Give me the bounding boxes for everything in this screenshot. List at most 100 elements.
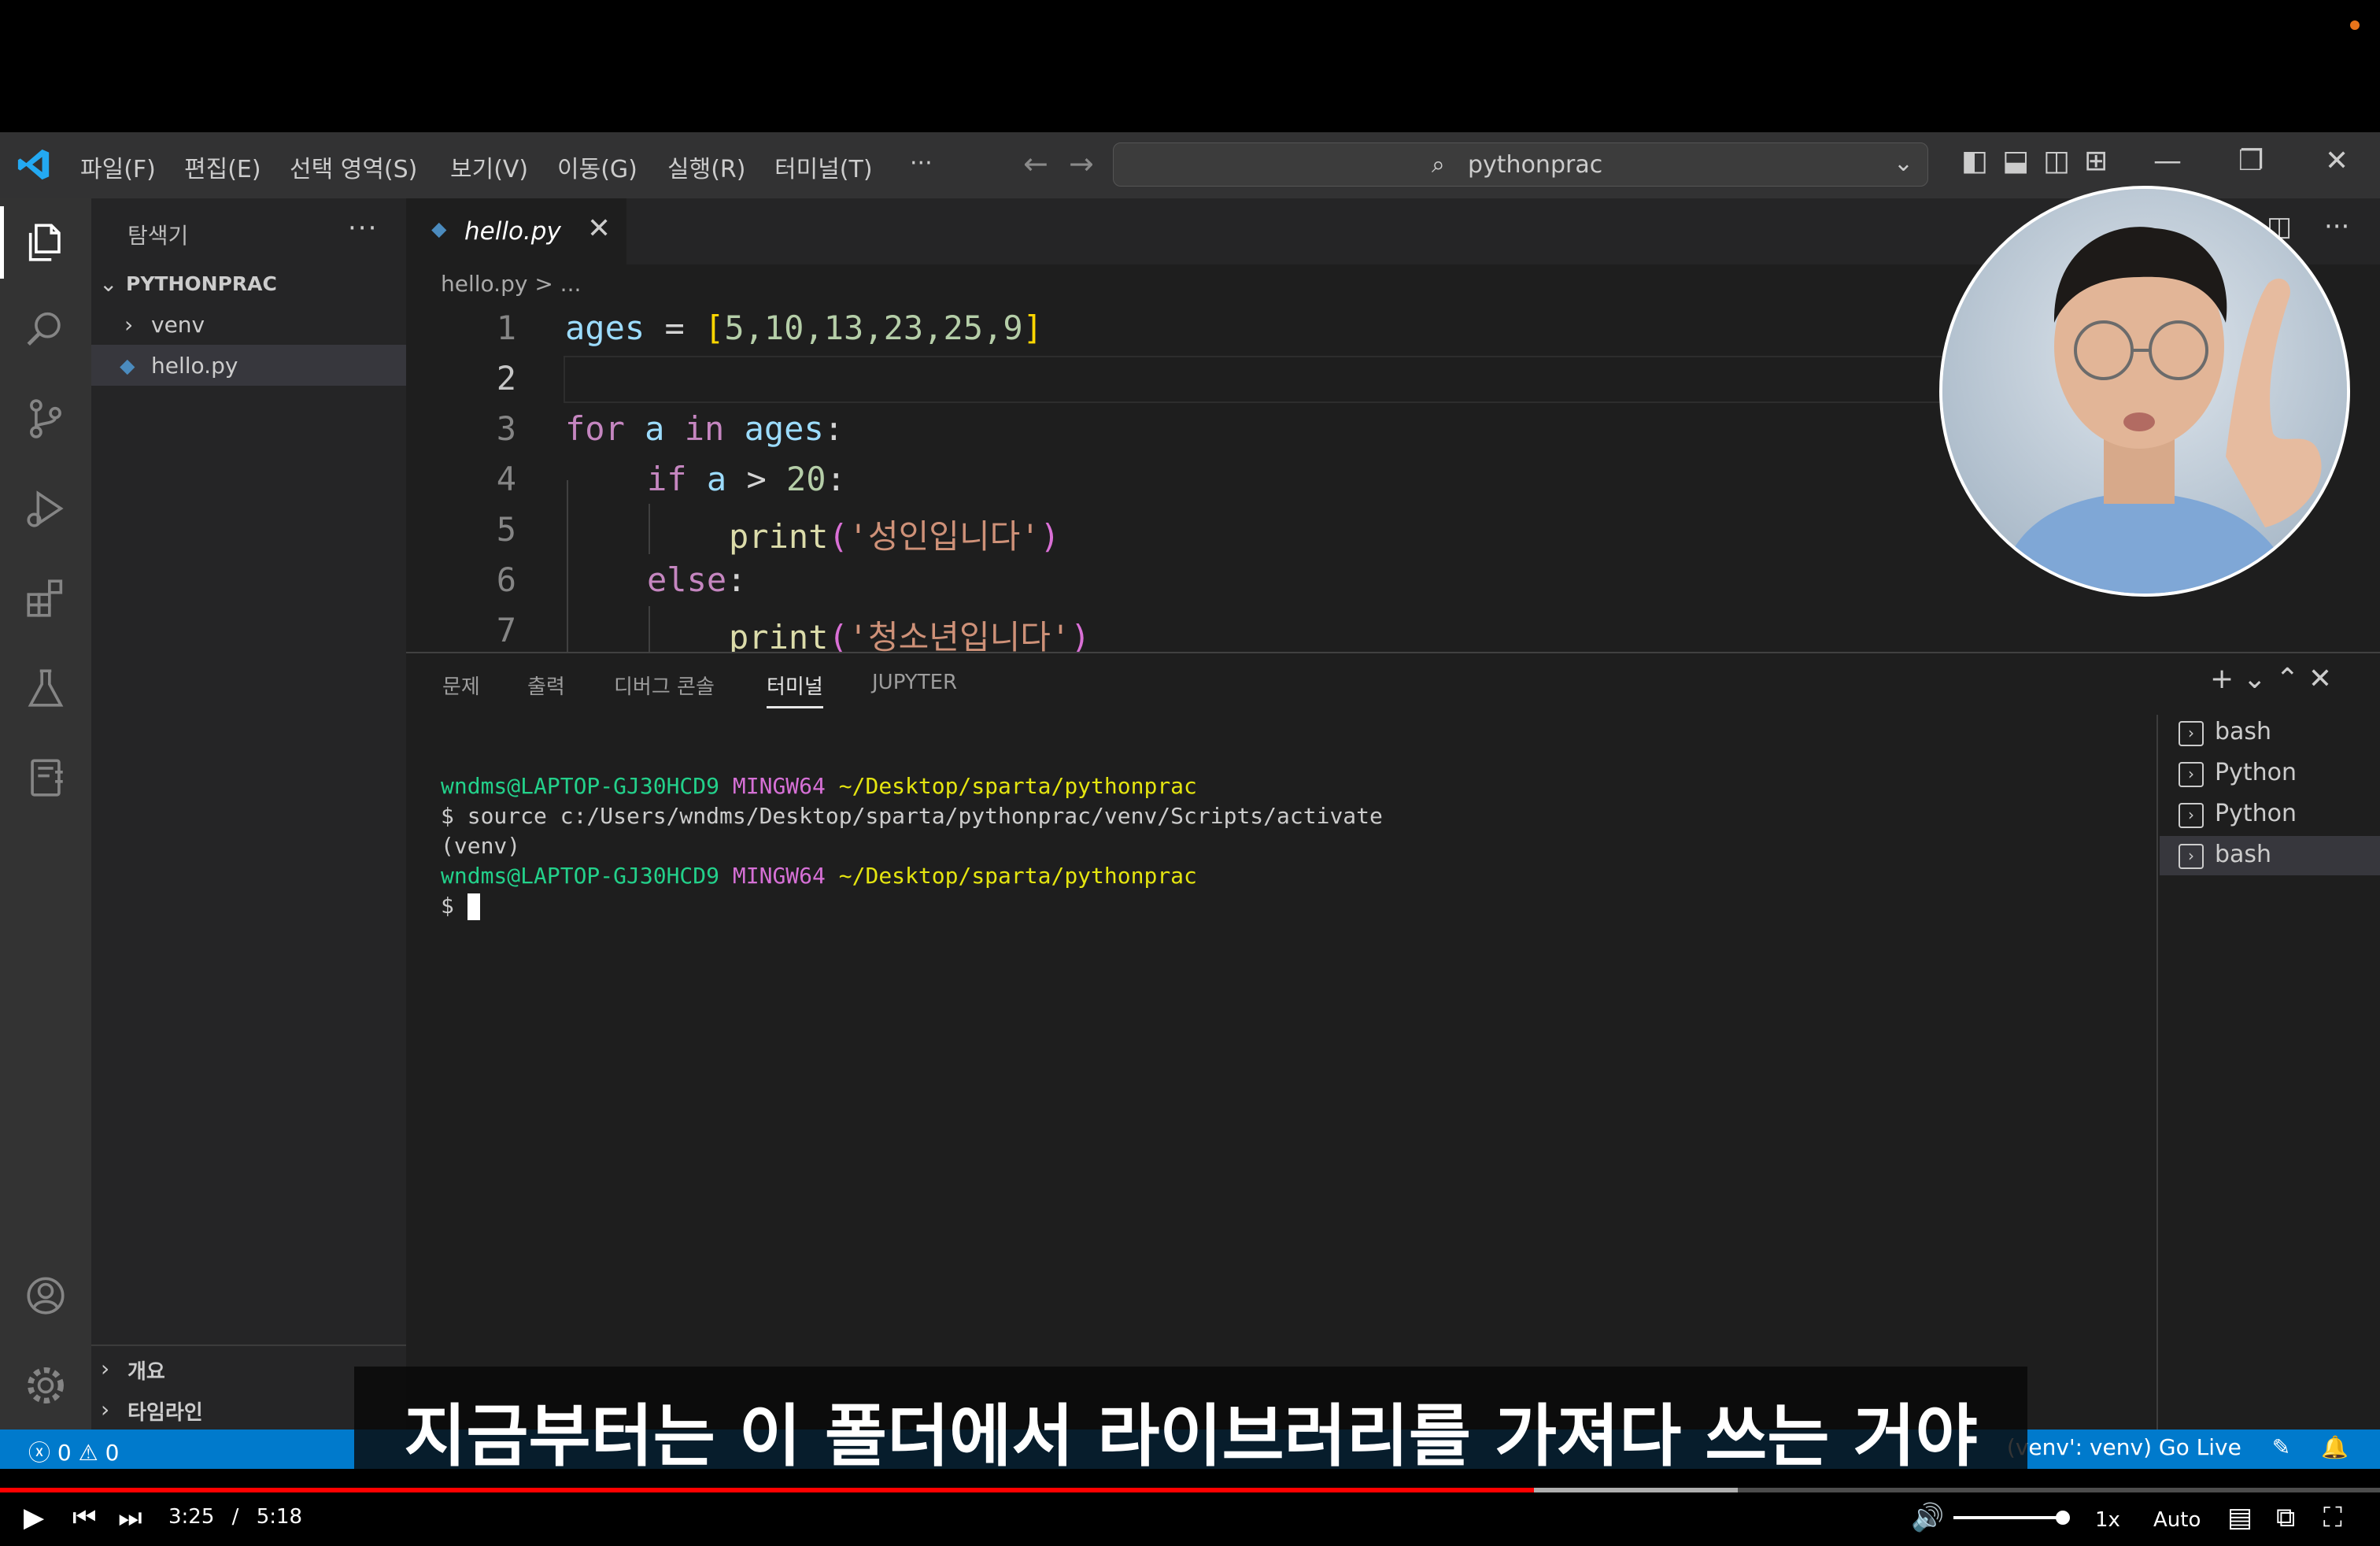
terminal-output[interactable]: wndms@LAPTOP-GJ30HCD9 MINGW64 ~/Desktop/… xyxy=(441,771,1383,921)
terminal-icon: › xyxy=(2179,721,2204,746)
source-control-icon[interactable] xyxy=(0,379,91,458)
restore-icon[interactable]: ❐ xyxy=(2238,145,2264,177)
status-problems[interactable]: ⓧ 0 ⚠ 0 xyxy=(28,1436,119,1467)
minimize-icon[interactable]: — xyxy=(2153,145,2182,177)
explorer-icon[interactable] xyxy=(0,203,91,282)
code-text: else: xyxy=(647,560,747,599)
duration: 5:18 xyxy=(256,1505,303,1529)
terminal-icon: › xyxy=(2179,762,2204,787)
toggle-secondary-sidebar-icon[interactable]: ◫ xyxy=(2043,145,2070,177)
command-center-label: pythonprac xyxy=(1468,151,1603,179)
menu-selection[interactable]: 선택 영역(S) xyxy=(290,150,417,184)
extensions-icon[interactable] xyxy=(0,559,91,638)
indicator-dot xyxy=(2350,20,2360,30)
menu-edit[interactable]: 편집(E) xyxy=(184,150,261,184)
volume-icon[interactable]: 🔊 xyxy=(1911,1502,1944,1533)
terminal-list-item[interactable]: › Python xyxy=(2160,754,2380,793)
line-number: 4 xyxy=(496,460,516,498)
menu-view[interactable]: 보기(V) xyxy=(450,150,528,184)
nav-arrows: ← → xyxy=(1023,146,1094,181)
panel-tab-output[interactable]: 출력 xyxy=(527,671,565,700)
code-text: for a in ages: xyxy=(565,409,844,448)
gear-icon[interactable] xyxy=(0,1346,91,1425)
next-icon[interactable]: ⏭ xyxy=(118,1502,142,1533)
sidebar-title: 탐색기 xyxy=(128,223,189,249)
menu-run[interactable]: 실행(R) xyxy=(667,150,745,184)
subtitle-text: 지금부터는 이 폴더에서 라이브러리를 가져다 쓰는 거야 xyxy=(404,1397,1978,1476)
progress-played xyxy=(0,1488,1534,1492)
jupyter-icon[interactable] xyxy=(0,738,91,817)
terminal-list-item[interactable]: › Python xyxy=(2160,795,2380,834)
code-text: ages = [5,10,13,23,25,9] xyxy=(565,309,1043,347)
line-number: 3 xyxy=(496,409,516,448)
customize-layout-icon[interactable]: ⊞ xyxy=(2084,145,2108,177)
run-debug-icon[interactable] xyxy=(0,469,91,548)
chevron-right-icon: › xyxy=(101,1356,110,1381)
vscode-logo-icon xyxy=(17,149,50,180)
panel-tab-debug-console[interactable]: 디버그 콘솔 xyxy=(614,671,715,700)
previous-icon[interactable]: ⏮ xyxy=(72,1502,97,1533)
terminal-icon: › xyxy=(2179,803,2204,828)
video-subtitle: 지금부터는 이 폴더에서 라이브러리를 가져다 쓰는 거야 xyxy=(354,1367,2027,1476)
volume-knob[interactable] xyxy=(2056,1511,2070,1525)
menu-go[interactable]: 이동(G) xyxy=(557,150,638,184)
more-actions-icon[interactable]: ··· xyxy=(2324,211,2349,242)
testing-icon[interactable] xyxy=(0,649,91,727)
panel-actions[interactable]: + ⌄ ⌃ ✕ xyxy=(2210,663,2332,695)
search-icon[interactable] xyxy=(0,290,91,368)
close-window-icon[interactable]: ✕ xyxy=(2325,145,2349,177)
toggle-sidebar-icon[interactable]: ◧ xyxy=(1961,145,1988,177)
tree-item-hello-py[interactable]: ⬥ hello.py xyxy=(91,345,406,386)
menu-terminal[interactable]: 터미널(T) xyxy=(774,150,873,184)
miniplayer-icon[interactable]: ⧉ xyxy=(2276,1502,2295,1533)
search-icon: ⌕ xyxy=(1432,151,1445,179)
terminal-list-item-active[interactable]: › bash xyxy=(2160,836,2380,875)
chevron-down-icon[interactable]: ⌄ xyxy=(1894,150,1913,177)
tab-close-icon[interactable]: ✕ xyxy=(587,213,611,245)
video-player-controls xyxy=(0,1469,2380,1546)
chevron-down-icon: ⌄ xyxy=(99,271,118,297)
menu-file[interactable]: 파일(F) xyxy=(80,150,156,184)
tree-item-venv[interactable]: › venv xyxy=(91,304,406,345)
status-venv-go-live[interactable]: (venv': venv) Go Live xyxy=(2007,1434,2241,1460)
line-number: 1 xyxy=(496,309,516,347)
back-arrow-icon[interactable]: ← xyxy=(1023,146,1048,181)
speed-button[interactable]: 1x xyxy=(2095,1508,2120,1532)
webcam-overlay xyxy=(1939,186,2350,597)
terminal-icon: › xyxy=(2179,844,2204,869)
panel-tab-terminal[interactable]: 터미널 xyxy=(767,671,823,708)
terminal-list-item[interactable]: › bash xyxy=(2160,713,2380,753)
quality-button[interactable]: Auto xyxy=(2153,1508,2201,1532)
menu-more[interactable]: ··· xyxy=(910,150,933,177)
toggle-panel-icon[interactable]: ⬓ xyxy=(2002,145,2029,177)
terminal-list-divider xyxy=(2156,715,2158,1429)
subtitles-icon[interactable]: ▤ xyxy=(2227,1502,2252,1533)
line-number: 2 xyxy=(496,359,516,398)
tree-root-folder[interactable]: ⌄ PYTHONPRAC xyxy=(91,263,406,304)
panel-tab-jupyter[interactable]: JUPYTER xyxy=(872,671,957,694)
terminal-cursor xyxy=(467,893,480,920)
section-label: 타임라인 xyxy=(128,1401,203,1425)
command-center[interactable]: ⌕ pythonprac ⌄ xyxy=(1113,142,1928,187)
exit-fullscreen-icon[interactable]: ⛶ xyxy=(2323,1502,2342,1533)
python-icon: ⬥ xyxy=(120,353,135,379)
breadcrumb[interactable]: hello.py > ... xyxy=(441,271,581,297)
chevron-right-icon: › xyxy=(101,1396,110,1422)
section-label: 개요 xyxy=(128,1360,165,1384)
line-number: 6 xyxy=(496,560,516,599)
forward-arrow-icon[interactable]: → xyxy=(1069,146,1094,181)
feedback-icon[interactable]: ✎ xyxy=(2272,1434,2290,1460)
accounts-icon[interactable] xyxy=(0,1256,91,1335)
status-right-items: (venv': venv) Go Live ✎ 🔔 xyxy=(2007,1434,2349,1460)
current-time: 3:25 xyxy=(168,1505,215,1529)
panel-tab-problems[interactable]: 문제 xyxy=(442,671,480,700)
sidebar-more-button[interactable]: ··· xyxy=(348,213,378,244)
bottom-panel xyxy=(406,652,2380,1429)
sidebar-divider xyxy=(91,1344,406,1346)
volume-slider[interactable] xyxy=(1953,1516,2065,1519)
bell-icon[interactable]: 🔔 xyxy=(2321,1434,2349,1460)
code-line[interactable]: 7 print('청소년입니다') xyxy=(406,606,2380,656)
play-icon[interactable]: ▶ xyxy=(24,1502,44,1533)
time-display: 3:25 / 5:18 xyxy=(168,1505,303,1529)
tree-item-label: venv xyxy=(151,312,205,338)
